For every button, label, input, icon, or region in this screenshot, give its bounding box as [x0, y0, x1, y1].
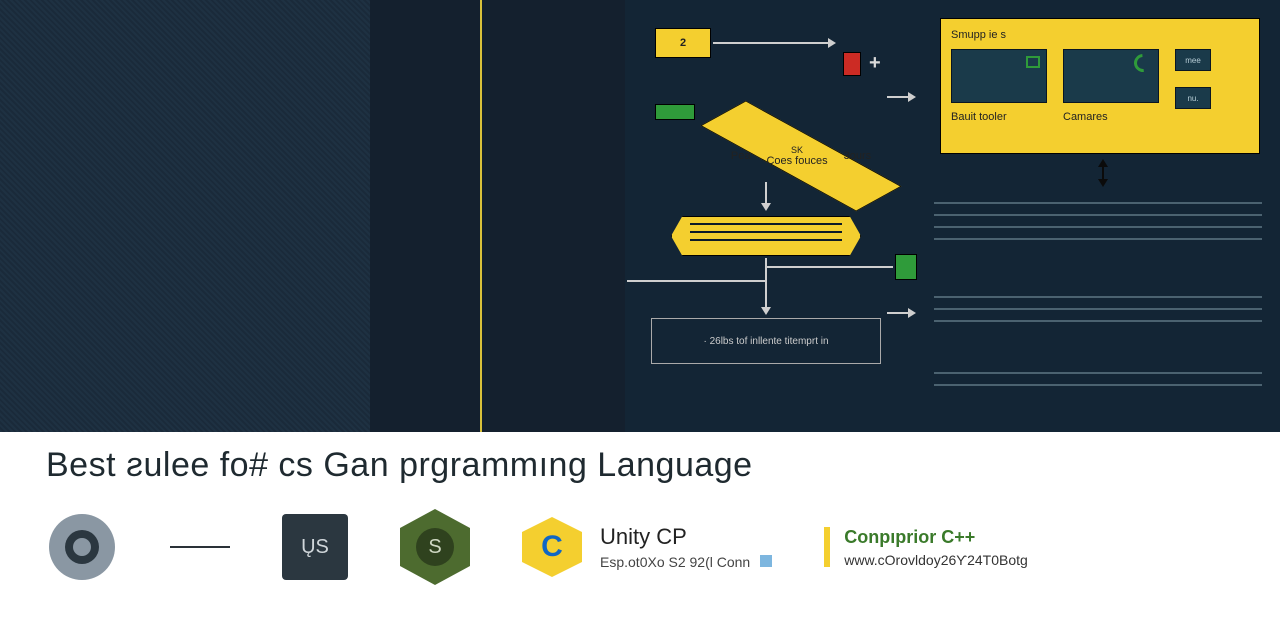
decision-diamond: Pea SK Coes fouces 3ours [671, 126, 931, 186]
decision-mid: Coes fouces [766, 155, 827, 167]
bottom-region: Best ƨulee fo# cs Gan prgrammıng Languag… [0, 432, 1280, 640]
process-hex [671, 216, 861, 256]
unity-title: Unity CP [600, 524, 772, 550]
thumb2-label: Camares [1063, 111, 1159, 123]
decision-right: 3ours [844, 150, 872, 162]
red-box [843, 52, 861, 76]
cpp-block: Conpıprior C++ www.cOrovldoy26Ƴ24T0Botg [824, 527, 1028, 568]
text-lines-2 [934, 286, 1262, 332]
check-icon [760, 555, 772, 567]
text-lines-1 [934, 192, 1262, 250]
c-badge-icon: C [522, 517, 582, 577]
double-arrow-icon [1102, 162, 1104, 184]
connector-v1 [765, 258, 767, 282]
thumb1-label: Bauit tooler [951, 111, 1047, 123]
decision-left: Pea [731, 150, 751, 162]
preview-title: Smupp ie s [951, 29, 1249, 41]
connector-h1 [627, 280, 767, 282]
arrow-right-3 [887, 312, 913, 314]
vertical-divider [480, 0, 482, 432]
left-texture-panel [0, 0, 370, 432]
cpp-title: Conpıprior C++ [844, 527, 1028, 548]
output-text: · 26lbs tof inllente titemprt in [703, 336, 828, 347]
plus-icon: + [869, 52, 881, 75]
arrow-down-1 [765, 182, 767, 208]
green-square [895, 254, 917, 280]
decision-top: SK [791, 145, 803, 155]
yellow-bar-icon [824, 527, 830, 567]
arrow-down-2 [765, 282, 767, 312]
gear-icon [46, 511, 118, 583]
middle-panel [370, 0, 625, 432]
c-label: C [541, 530, 563, 564]
s-label: S [428, 536, 441, 559]
preview-window: Smupp ie s Bauit tooler Camares mee nu. [940, 18, 1260, 154]
flow-start-label: 2 [680, 37, 686, 49]
output-box: · 26lbs tof inllente titemprt in [651, 318, 881, 364]
green-bar [655, 104, 695, 120]
headline: Best ƨulee fo# cs Gan prgrammıng Languag… [46, 446, 1234, 485]
logo-row: ŲS S C Unity CP Esp.ot0Xo S2 92(l Conn C… [46, 509, 1234, 585]
text-lines-3 [934, 362, 1262, 396]
js-badge: ŲS [282, 514, 348, 580]
js-label: ŲS [301, 536, 329, 559]
arrow-right-1 [713, 42, 833, 44]
thumbnail-1[interactable] [951, 49, 1047, 103]
connector-h2 [765, 266, 893, 268]
arrow-right-2 [887, 96, 913, 98]
window-button-1[interactable]: mee [1175, 49, 1211, 71]
window-button-2[interactable]: nu. [1175, 87, 1211, 109]
unity-subtitle: Esp.ot0Xo S2 92(l Conn [600, 554, 750, 570]
top-region: 2 + Pea SK Coes fouces 3ours · 26lbs tof… [0, 0, 1280, 432]
flow-start-box: 2 [655, 28, 711, 58]
diagram-panel: 2 + Pea SK Coes fouces 3ours · 26lbs tof… [625, 0, 1280, 432]
thumbnail-2[interactable] [1063, 49, 1159, 103]
cpp-subtitle: www.cOrovldoy26Ƴ24T0Botg [844, 552, 1028, 568]
s-hex-icon: S [400, 509, 470, 585]
connector-line [170, 546, 230, 548]
